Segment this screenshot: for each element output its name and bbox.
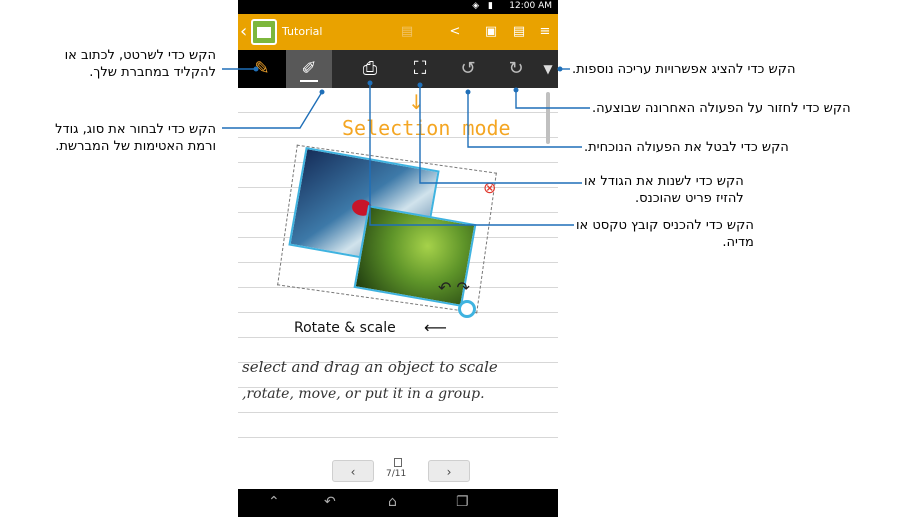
callout-select-line-1: הקש כדי לשנות את הגודל או — [584, 174, 744, 189]
callout-insert-line-1: הקש כדי להכניס קובץ טקסט או — [576, 218, 754, 233]
callout-redo: הקש כדי לחזור על הפעולה האחרונה שבוצעה. — [592, 101, 851, 116]
callout-keyboard: הקש כדי לשרטט, לכתוב או להקליד במחברת של… — [65, 47, 216, 81]
callout-brush-line-2: ורמת האטימות של המברשת. — [55, 139, 216, 154]
callout-keyboard-line-1: הקש כדי לשרטט, לכתוב או — [64, 48, 216, 63]
callout-select-line-2: להזיז פריט שהוכנס. — [634, 191, 744, 206]
callout-insert: הקש כדי להכניס קובץ טקסט או מדיה. — [576, 217, 754, 251]
callout-undo: הקש כדי לבטל את הפעולה הנוכחית. — [584, 140, 789, 155]
callout-select: הקש כדי לשנות את הגודל או להזיז פריט שהו… — [584, 173, 744, 207]
callout-keyboard-line-2: להקליד במחברת שלך. — [89, 65, 216, 80]
callout-insert-line-2: מדיה. — [722, 235, 754, 250]
callout-brush-line-1: הקש כדי לבחור את סוג, גודל — [55, 122, 216, 137]
callout-brush: הקש כדי לבחור את סוג, גודל ורמת האטימות … — [55, 121, 216, 155]
callout-more: הקש כדי להציג אפשרויות עריכה נוספות. — [572, 62, 796, 77]
